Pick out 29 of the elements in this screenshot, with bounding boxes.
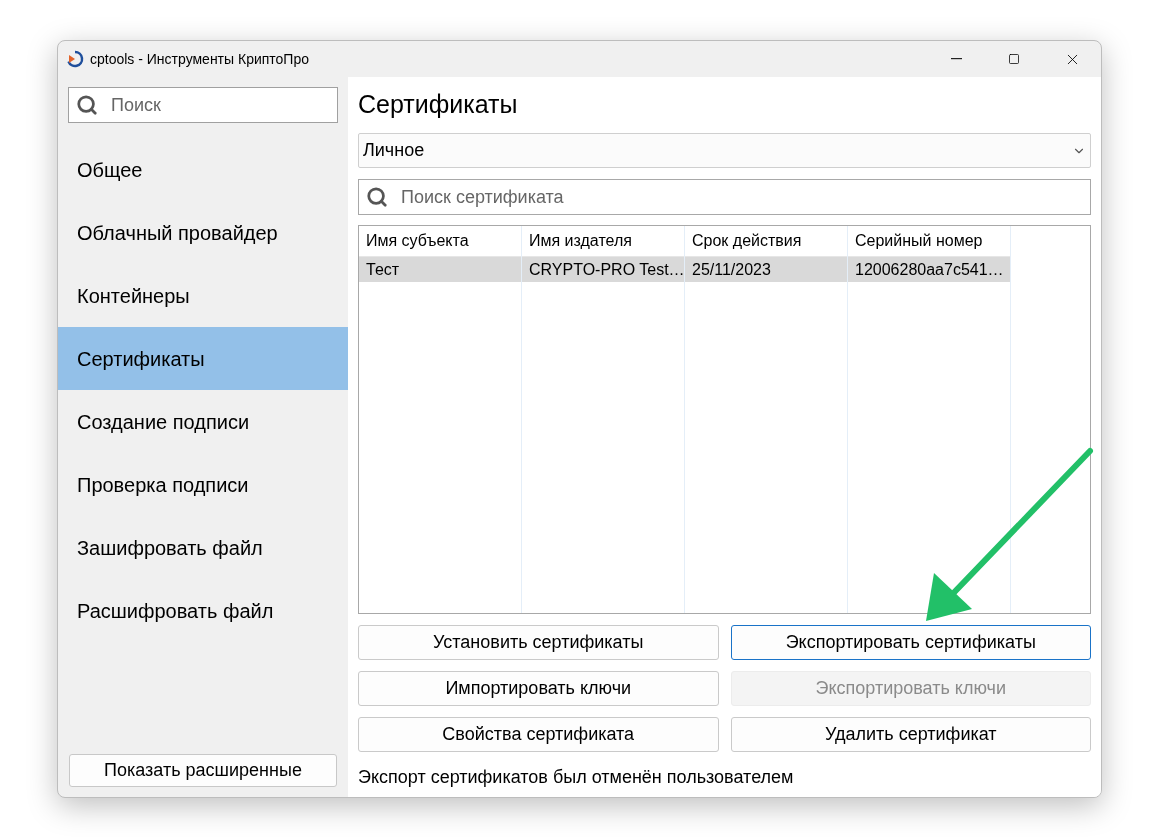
store-dropdown[interactable]: Личное	[358, 133, 1091, 168]
sidebar-item[interactable]: Расшифровать файл	[58, 579, 348, 642]
sidebar-item[interactable]: Контейнеры	[58, 264, 348, 327]
sidebar-item[interactable]: Сертификаты	[58, 327, 348, 390]
action-button[interactable]: Установить сертификаты	[358, 625, 719, 660]
action-button[interactable]: Свойства сертификата	[358, 717, 719, 752]
minimize-icon	[950, 58, 962, 60]
maximize-icon	[1008, 53, 1020, 65]
action-button[interactable]: Удалить сертификат	[730, 717, 1091, 752]
table-cell: 12006280aa7c541…	[848, 257, 1010, 282]
sidebar-item[interactable]: Общее	[58, 138, 348, 201]
status-message: Экспорт сертификатов был отменён пользователем	[358, 766, 795, 789]
show-advanced-button[interactable]: Показать расширенные	[69, 754, 337, 787]
action-button[interactable]: Импортировать ключи	[358, 671, 719, 706]
sidebar-item[interactable]: Проверка подписи	[58, 453, 348, 516]
action-button[interactable]: Экспортировать сертификаты	[730, 625, 1091, 660]
search-field[interactable]: Поиск	[68, 87, 338, 123]
page-title: Сертификаты	[358, 89, 519, 119]
search-icon	[76, 94, 98, 116]
search-icon	[366, 186, 388, 208]
sidebar-item[interactable]: Облачный провайдер	[58, 201, 348, 264]
table-cell: Тест	[359, 257, 521, 282]
app-logo-icon	[66, 50, 84, 68]
table-cell: 25/11/2023	[685, 257, 847, 282]
certificate-search-field[interactable]: Поиск сертификата	[358, 179, 1091, 215]
window-title: cptools - Инструменты КриптоПро	[90, 49, 309, 69]
sidebar-item[interactable]: Создание подписи	[58, 390, 348, 453]
sidebar-item[interactable]: Зашифровать файл	[58, 516, 348, 579]
table-cell: CRYPTO-PRO Test…	[522, 257, 684, 282]
